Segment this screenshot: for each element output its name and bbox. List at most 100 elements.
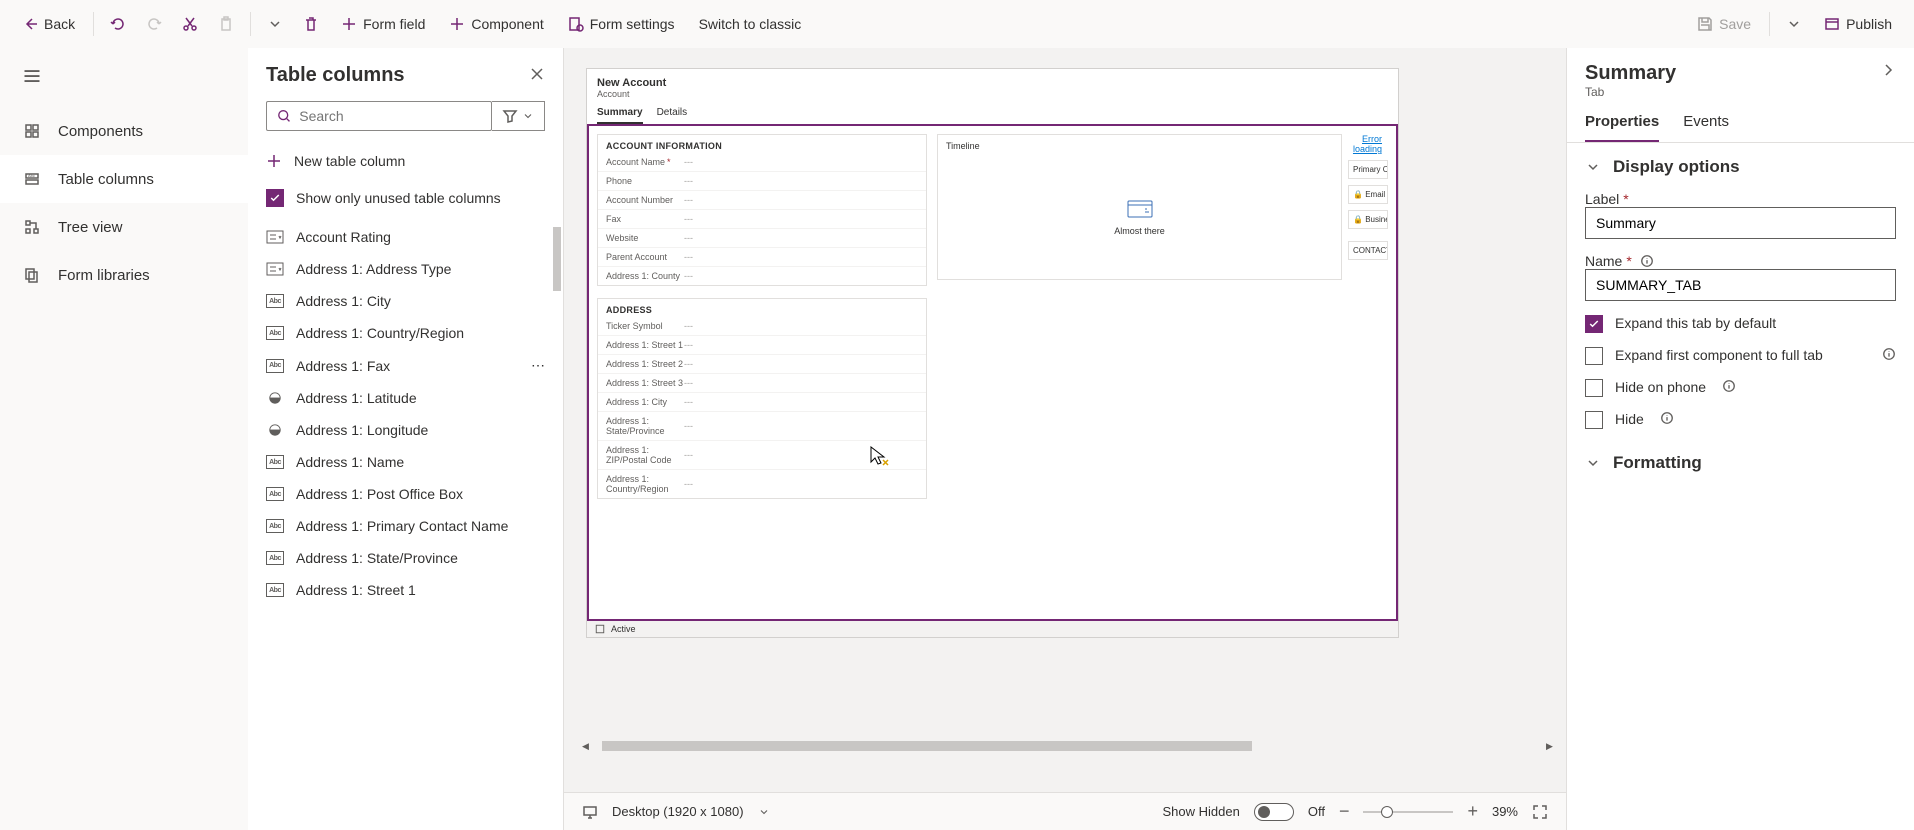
scrollbar-thumb[interactable] [553, 227, 561, 291]
hamburger-button[interactable] [0, 66, 248, 107]
form-field[interactable]: Address 1: City--- [598, 392, 926, 411]
horizontal-scrollbar[interactable]: ◀ ▶ [582, 740, 1556, 752]
form-settings-button[interactable]: Form settings [558, 10, 685, 38]
info-icon[interactable] [1722, 379, 1736, 393]
form-tab-body[interactable]: ACCOUNT INFORMATION Account Name*---Phon… [587, 124, 1398, 621]
name-input[interactable] [1585, 269, 1896, 301]
form-field[interactable]: Fax--- [598, 209, 926, 228]
nav-table-columns[interactable]: Abc Table columns [0, 155, 248, 203]
column-item[interactable]: AbcAddress 1: Primary Contact Name [248, 510, 563, 542]
nav-components[interactable]: Components [0, 107, 248, 155]
hide-phone-row[interactable]: Hide on phone [1585, 379, 1896, 397]
side-card-email[interactable]: 🔒 Email [1348, 185, 1388, 204]
zoom-in-button[interactable]: + [1467, 801, 1478, 822]
column-item[interactable]: AbcAddress 1: Street 1 [248, 574, 563, 606]
column-item[interactable]: Address 1: Address Type [248, 253, 563, 285]
scroll-track[interactable] [592, 741, 1546, 751]
tab-properties[interactable]: Properties [1585, 113, 1659, 142]
expand-default-row[interactable]: Expand this tab by default [1585, 315, 1896, 333]
publish-button[interactable]: Publish [1814, 10, 1902, 38]
expand-first-row[interactable]: Expand first component to full tab [1585, 347, 1896, 365]
tab-details[interactable]: Details [657, 107, 688, 124]
info-icon[interactable] [1660, 411, 1674, 425]
form-field[interactable]: Account Number--- [598, 190, 926, 209]
hide-row[interactable]: Hide [1585, 411, 1896, 429]
form-field-button[interactable]: Form field [331, 10, 435, 38]
expand-default-checkbox[interactable] [1585, 315, 1603, 333]
save-button[interactable]: Save [1687, 10, 1761, 38]
chevron-down-icon[interactable] [758, 806, 770, 818]
column-item[interactable]: Address 1: Latitude [248, 382, 563, 414]
undo-button[interactable] [102, 10, 134, 38]
column-item[interactable]: Account Rating [248, 221, 563, 253]
form-field[interactable]: Address 1: State/Province--- [598, 411, 926, 440]
columns-list[interactable]: Account RatingAddress 1: Address TypeAbc… [248, 221, 563, 830]
delete-button[interactable] [295, 10, 327, 38]
filter-button[interactable] [492, 101, 545, 131]
info-icon[interactable] [1882, 347, 1896, 361]
more-icon[interactable]: ⋯ [531, 357, 545, 374]
scroll-right-arrow[interactable]: ▶ [1546, 741, 1556, 752]
label-input[interactable] [1585, 207, 1896, 239]
form-field[interactable]: Address 1: ZIP/Postal Code--- [598, 440, 926, 469]
form-field[interactable]: Address 1: Street 2--- [598, 354, 926, 373]
group-display-options[interactable]: Display options [1585, 157, 1896, 177]
form-field[interactable]: Ticker Symbol--- [598, 317, 926, 335]
side-card-business[interactable]: 🔒 Business [1348, 210, 1388, 229]
search-box[interactable] [266, 101, 492, 131]
save-dropdown[interactable] [1778, 10, 1810, 38]
side-card-contacts[interactable]: CONTACTS [1348, 241, 1388, 260]
column-item[interactable]: AbcAddress 1: Fax⋯ [248, 349, 563, 382]
tab-summary[interactable]: Summary [597, 107, 643, 124]
error-loading-link[interactable]: Error loading [1348, 134, 1388, 154]
scrollbar-track[interactable] [553, 221, 561, 830]
form-field[interactable]: Parent Account--- [598, 247, 926, 266]
hide-checkbox[interactable] [1585, 411, 1603, 429]
paste-button[interactable] [210, 10, 242, 38]
column-item[interactable]: AbcAddress 1: Post Office Box [248, 478, 563, 510]
expand-first-checkbox[interactable] [1585, 347, 1603, 365]
unused-checkbox-row[interactable]: Show only unused table columns [248, 179, 563, 221]
search-input[interactable] [299, 108, 481, 124]
form-field[interactable]: Website--- [598, 228, 926, 247]
side-card-primary[interactable]: Primary Co [1348, 160, 1388, 179]
zoom-slider[interactable] [1363, 811, 1453, 813]
scroll-left-arrow[interactable]: ◀ [582, 741, 592, 752]
unused-checkbox[interactable] [266, 189, 284, 207]
form-field[interactable]: Address 1: Street 3--- [598, 373, 926, 392]
column-item[interactable]: AbcAddress 1: Name [248, 446, 563, 478]
nav-tree-view[interactable]: Tree view [0, 203, 248, 251]
hide-phone-checkbox[interactable] [1585, 379, 1603, 397]
paste-dropdown[interactable] [259, 10, 291, 38]
redo-button[interactable] [138, 10, 170, 38]
group-formatting[interactable]: Formatting [1585, 453, 1896, 473]
nav-form-libraries[interactable]: Form libraries [0, 251, 248, 299]
form-preview[interactable]: New Account Account Summary Details ACCO… [586, 68, 1399, 638]
component-button[interactable]: Component [439, 10, 553, 38]
zoom-knob[interactable] [1381, 806, 1393, 818]
zoom-out-button[interactable]: − [1339, 801, 1350, 822]
info-icon[interactable] [1640, 254, 1654, 268]
column-item[interactable]: AbcAddress 1: State/Province [248, 542, 563, 574]
fit-icon[interactable] [1532, 804, 1548, 820]
cut-button[interactable] [174, 10, 206, 38]
viewport-label[interactable]: Desktop (1920 x 1080) [612, 804, 744, 819]
section-account-info[interactable]: ACCOUNT INFORMATION Account Name*---Phon… [597, 134, 927, 286]
tab-events[interactable]: Events [1683, 113, 1729, 142]
switch-classic-button[interactable]: Switch to classic [689, 10, 812, 38]
column-item[interactable]: Address 1: Longitude [248, 414, 563, 446]
form-field[interactable]: Address 1: Street 1--- [598, 335, 926, 354]
form-field[interactable]: Account Name*--- [598, 153, 926, 171]
form-field[interactable]: Address 1: Country/Region--- [598, 469, 926, 498]
form-field[interactable]: Phone--- [598, 171, 926, 190]
timeline-section[interactable]: Timeline Almost there [937, 134, 1342, 280]
show-hidden-toggle[interactable] [1254, 803, 1294, 821]
section-address[interactable]: ADDRESS Ticker Symbol---Address 1: Stree… [597, 298, 927, 499]
back-button[interactable]: Back [12, 10, 85, 38]
expand-panel-button[interactable] [1880, 62, 1896, 81]
canvas-viewport[interactable]: New Account Account Summary Details ACCO… [564, 48, 1566, 792]
new-table-column-button[interactable]: New table column [248, 143, 563, 179]
column-item[interactable]: AbcAddress 1: City [248, 285, 563, 317]
column-item[interactable]: AbcAddress 1: Country/Region [248, 317, 563, 349]
form-field[interactable]: Address 1: County--- [598, 266, 926, 285]
